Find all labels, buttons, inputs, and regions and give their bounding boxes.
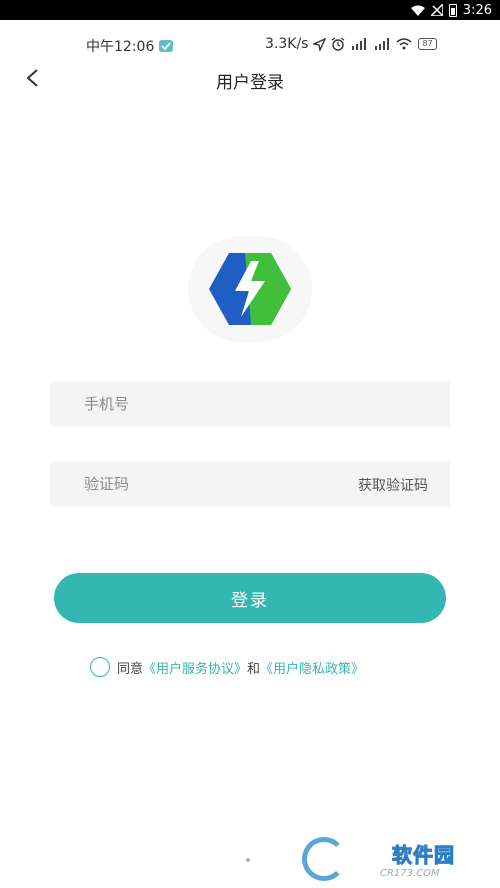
signal-icon-2 (373, 38, 391, 50)
page-header: 用户登录 (0, 64, 500, 94)
agree-prefix: 同意 (117, 661, 144, 677)
home-indicator (246, 858, 250, 862)
app-logo-icon (209, 253, 291, 325)
agree-conjunction: 和 (247, 661, 261, 677)
no-signal-icon (430, 4, 443, 16)
location-arrow-icon (313, 37, 327, 51)
phone-field[interactable] (50, 381, 450, 427)
login-button[interactable]: 登录 (54, 573, 446, 623)
check-badge-icon (159, 40, 174, 52)
verification-code-field[interactable]: 获取验证码 (50, 461, 450, 507)
verification-code-input[interactable] (84, 475, 334, 493)
phone-input[interactable] (84, 395, 334, 413)
network-speed: 3.3K/s (265, 36, 309, 52)
system-time: 3:26 (462, 2, 492, 18)
battery-icon (448, 3, 457, 17)
system-status-bar: 3:26 (0, 0, 500, 20)
agreement-row: 同意 《用户服务协议》 和 《用户隐私政策》 (90, 657, 364, 677)
wifi-icon (410, 5, 425, 16)
page-title: 用户登录 (216, 73, 284, 93)
app-logo (188, 236, 312, 342)
get-code-button[interactable]: 获取验证码 (358, 475, 428, 495)
privacy-policy-link[interactable]: 《用户隐私政策》 (260, 658, 364, 677)
wifi-icon-inner (396, 38, 412, 50)
agree-radio[interactable] (90, 657, 110, 677)
phone-time: 中午12:06 (86, 39, 155, 55)
signal-icon-1 (350, 38, 368, 50)
battery-level: 87 (418, 38, 437, 50)
alarm-icon (331, 37, 345, 51)
service-agreement-link[interactable]: 《用户服务协议》 (143, 658, 247, 677)
watermark-main-text: 软件园 (392, 843, 455, 868)
watermark-c-icon (302, 837, 346, 881)
watermark-logo: 西西软件园 CR173.COM (302, 835, 492, 883)
phone-status-bar: 中午12:06 3.3K/s 87 (0, 36, 500, 58)
watermark-sub-text: CR173.COM (380, 868, 440, 879)
watermark-red-text: 西西 (350, 843, 392, 868)
